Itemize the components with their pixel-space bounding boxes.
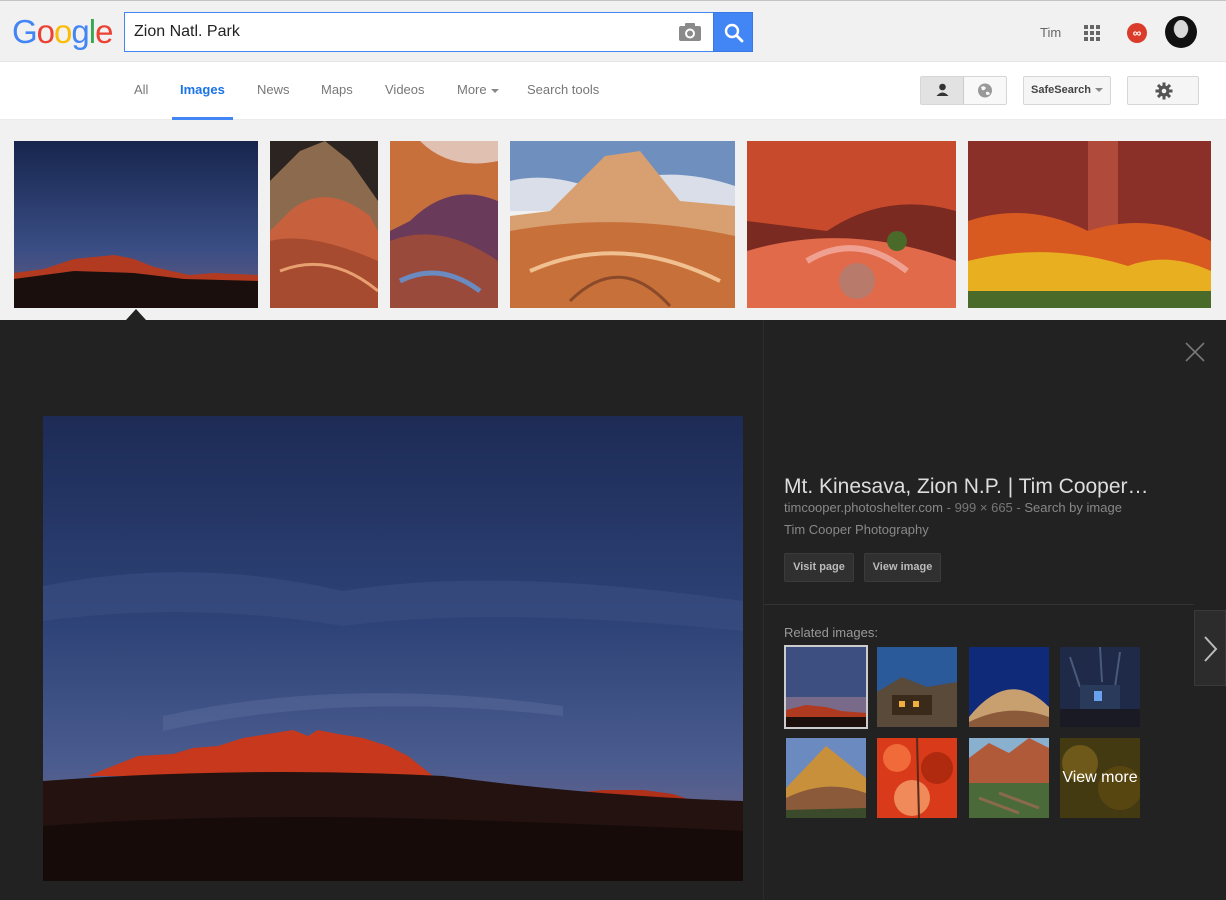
tab-news[interactable]: News: [257, 82, 290, 97]
logo-letter-o2: o: [54, 13, 72, 50]
thumbnail-autumn-trees[interactable]: [968, 141, 1211, 308]
image-preview-panel: Mt. Kinesava, Zion N.P. | Tim Cooper… ti…: [0, 320, 1226, 900]
safesearch-label: SafeSearch: [1031, 84, 1091, 96]
settings-button[interactable]: [1127, 76, 1199, 105]
related-separator: [764, 604, 1194, 605]
search-by-image-link[interactable]: Search by image: [1024, 500, 1122, 515]
related-image-6[interactable]: [877, 738, 957, 818]
logo-letter-g: G: [12, 13, 38, 50]
gear-icon: [1155, 82, 1173, 100]
related-image-5[interactable]: [786, 738, 866, 818]
preview-divider: [763, 320, 764, 900]
selected-thumbnail-pointer: [126, 309, 146, 320]
avatar[interactable]: [1165, 16, 1197, 48]
thumbnail-slickrock[interactable]: [510, 141, 735, 308]
tab-images[interactable]: Images: [180, 82, 225, 97]
search-icon: [724, 23, 744, 43]
logo-letter-g2: g: [71, 13, 89, 50]
result-title-link[interactable]: Mt. Kinesava, Zion N.P. | Tim Cooper…: [784, 475, 1184, 499]
personal-results-button[interactable]: [921, 77, 964, 104]
related-image-3[interactable]: [969, 647, 1049, 727]
globe-icon: [978, 83, 992, 98]
hide-personal-results-button[interactable]: [964, 77, 1006, 104]
close-icon[interactable]: [1185, 342, 1205, 362]
preview-main-image[interactable]: [43, 416, 743, 881]
image-dimensions: 999 × 665: [954, 500, 1013, 515]
thumbnail-red-rocks[interactable]: [747, 141, 956, 308]
result-source: Tim Cooper Photography: [784, 522, 929, 537]
next-image-button[interactable]: [1194, 610, 1226, 686]
logo-letter-e: e: [95, 13, 113, 50]
meta-separator: -: [946, 500, 951, 515]
google-logo[interactable]: Google: [12, 13, 113, 51]
view-more-tile[interactable]: View more: [1060, 738, 1142, 818]
tab-all[interactable]: All: [134, 82, 148, 97]
results-view-toggle: [920, 76, 1007, 105]
google-image-search-page: Google Tim ∞: [0, 0, 1226, 900]
visit-page-button[interactable]: Visit page: [784, 553, 854, 582]
person-icon: [936, 83, 949, 96]
result-domain-link[interactable]: timcooper.photoshelter.com: [784, 500, 943, 515]
thumbnail-canyon-wall[interactable]: [390, 141, 498, 308]
camera-icon[interactable]: [678, 22, 702, 42]
header-bar: Google Tim ∞: [0, 0, 1226, 62]
related-image-4[interactable]: [1060, 647, 1140, 727]
tab-search-tools[interactable]: Search tools: [527, 82, 599, 97]
search-nav-bar: All Images News Maps Videos More Search …: [0, 62, 1226, 120]
related-image-2[interactable]: [877, 647, 957, 727]
user-name-link[interactable]: Tim: [1040, 25, 1061, 40]
related-image-1[interactable]: [784, 645, 868, 729]
view-image-button[interactable]: View image: [864, 553, 941, 582]
thumbnail-checkerboard-mesa[interactable]: [270, 141, 378, 308]
related-image-7[interactable]: [969, 738, 1049, 818]
search-button[interactable]: [713, 12, 753, 52]
chevron-right-icon: [1204, 636, 1218, 662]
tab-maps[interactable]: Maps: [321, 82, 353, 97]
view-more-label: View more: [1060, 738, 1140, 818]
tab-videos[interactable]: Videos: [385, 82, 425, 97]
tab-more[interactable]: More: [457, 82, 499, 97]
search-box: [124, 12, 714, 52]
notifications-icon[interactable]: ∞: [1127, 23, 1147, 43]
chevron-down-icon: [490, 88, 499, 93]
tab-more-label: More: [457, 82, 487, 97]
thumbnail-night-sunset[interactable]: [14, 141, 258, 308]
result-meta-line: timcooper.photoshelter.com - 999 × 665 -…: [784, 500, 1122, 515]
chevron-down-icon: [1094, 88, 1103, 93]
safesearch-button[interactable]: SafeSearch: [1023, 76, 1111, 105]
apps-grid-icon[interactable]: [1084, 25, 1100, 41]
active-tab-indicator: [172, 117, 233, 120]
logo-letter-o1: o: [36, 13, 55, 50]
search-input[interactable]: [125, 13, 670, 51]
related-images-label: Related images:: [784, 625, 878, 640]
meta-separator: -: [1016, 500, 1021, 515]
